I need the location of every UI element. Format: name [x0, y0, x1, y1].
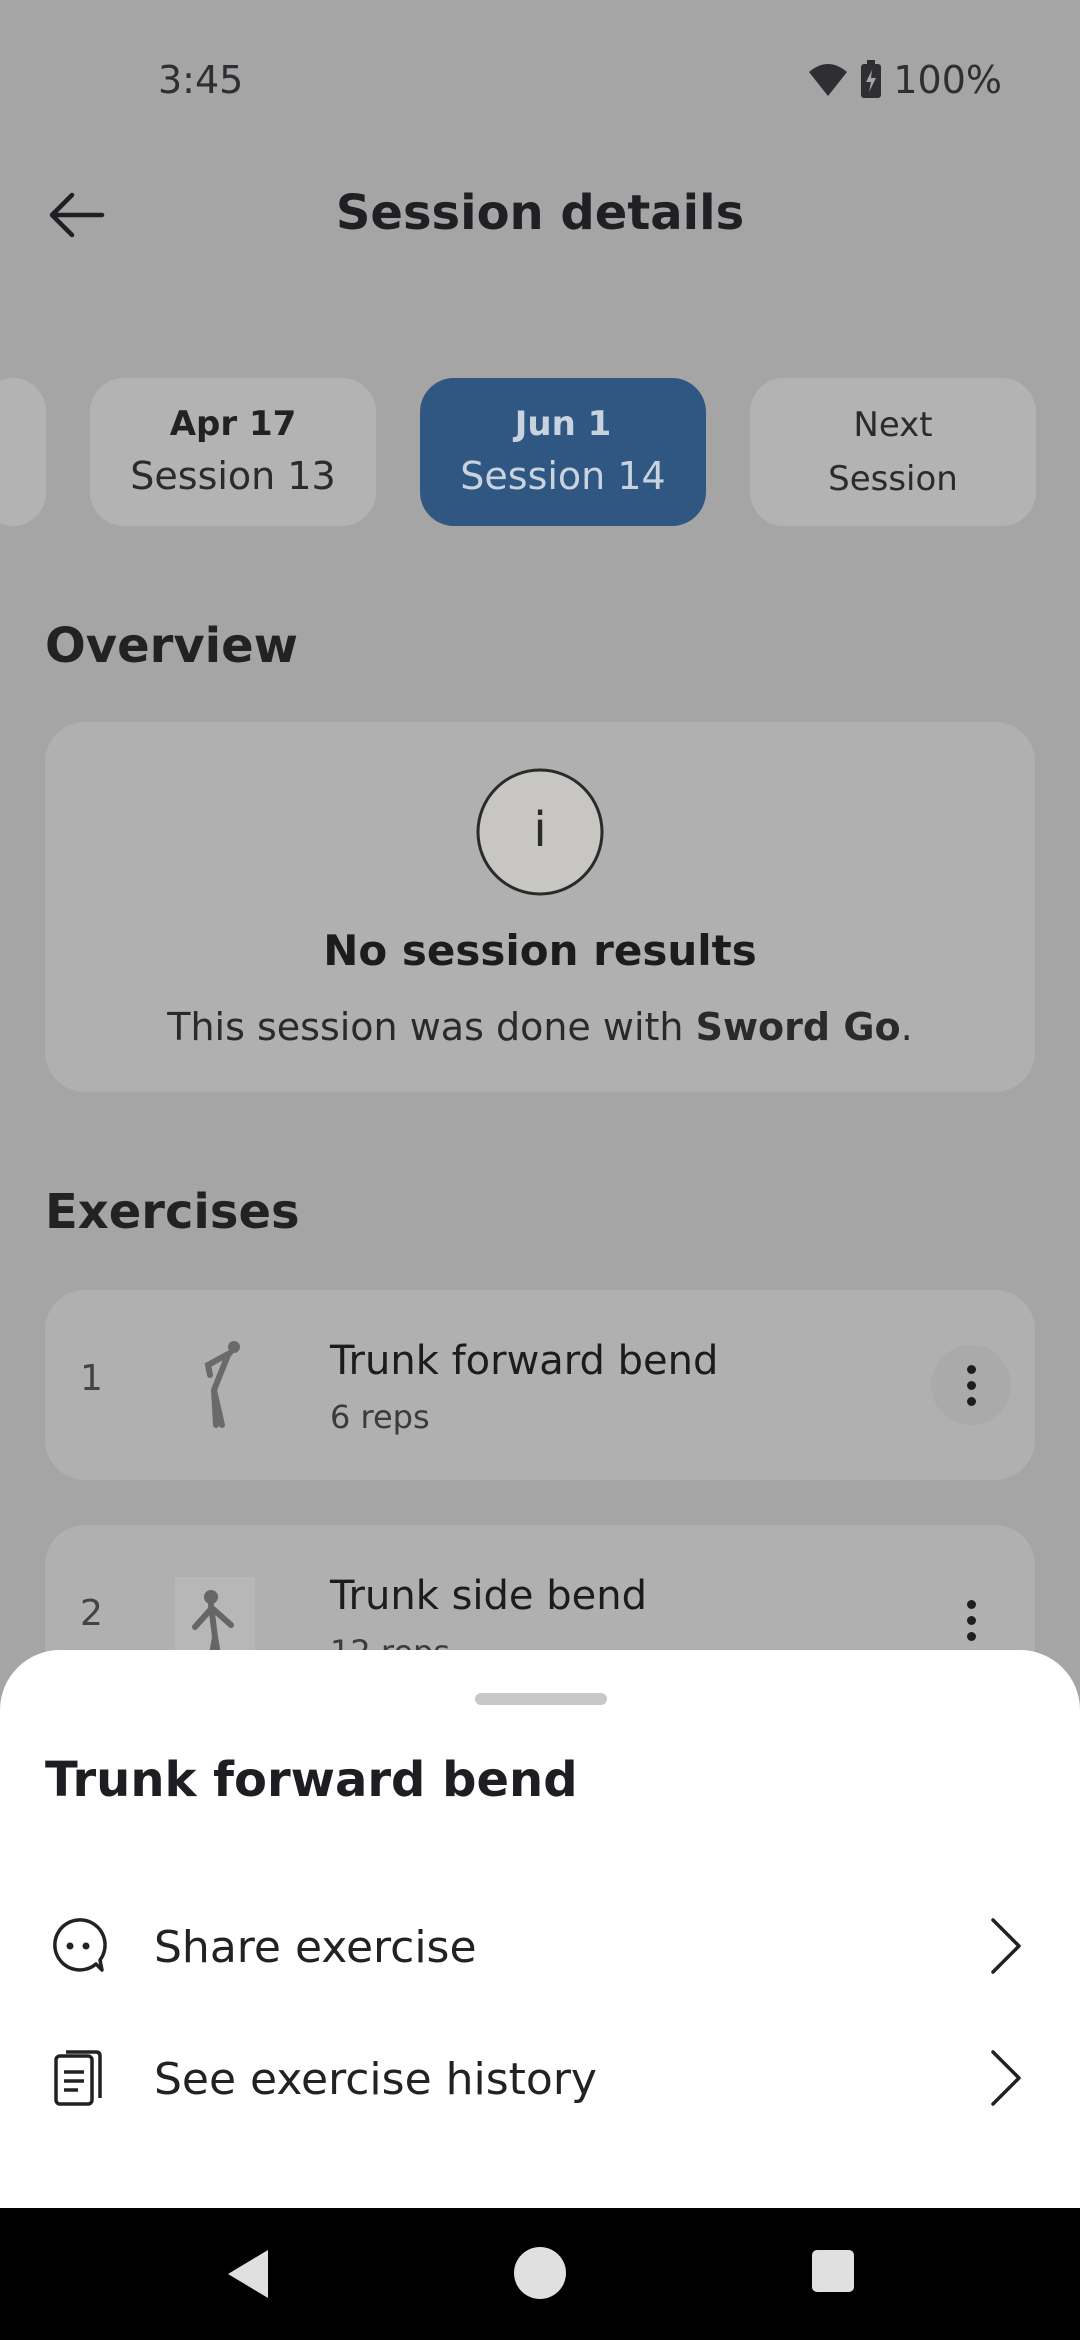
- exercise-number: 1: [80, 1358, 103, 1399]
- session-chip-previous[interactable]: [0, 378, 46, 526]
- next-label-line2: Session: [828, 459, 958, 499]
- nav-back-icon[interactable]: [222, 2246, 272, 2302]
- system-nav-bar: [0, 2208, 1080, 2340]
- subtitle-device: Sword Go: [695, 1005, 901, 1049]
- chevron-right-icon: [991, 2050, 1021, 2106]
- session-chip-next[interactable]: Next Session: [750, 378, 1036, 526]
- wifi-icon: [809, 64, 848, 96]
- status-time: 3:45: [158, 58, 244, 102]
- page-title: Session details: [335, 185, 745, 241]
- share-exercise-label: Share exercise: [154, 1922, 477, 1973]
- no-results-subtitle: This session was done with Sword Go.: [0, 1005, 1080, 1049]
- session-date: Jun 1: [514, 404, 612, 444]
- status-icons: 100%: [807, 58, 1002, 102]
- session-label: Session 14: [460, 454, 666, 498]
- info-icon-glyph: i: [533, 802, 547, 858]
- subtitle-prefix: This session was done with: [167, 1005, 696, 1049]
- more-options-icon[interactable]: [931, 1345, 1011, 1425]
- exercise-reps: 6 reps: [330, 1398, 430, 1436]
- chat-bubble-icon: [53, 1918, 107, 1972]
- subtitle-suffix: .: [900, 1005, 913, 1049]
- document-icon: [54, 2050, 102, 2106]
- exercise-card-1[interactable]: 1 Trunk forward bend 6 reps: [45, 1290, 1035, 1480]
- exercises-heading: Exercises: [45, 1184, 300, 1240]
- session-date: Apr 17: [169, 404, 297, 444]
- next-session-label: Next Session: [750, 398, 1036, 506]
- exercise-thumbnail: [204, 1341, 240, 1428]
- session-chip-13[interactable]: Apr 17 Session 13: [90, 378, 376, 526]
- more-options-icon[interactable]: [931, 1580, 1011, 1660]
- overview-heading: Overview: [45, 618, 298, 674]
- battery-percent: 100%: [893, 58, 1002, 102]
- see-exercise-history-label: See exercise history: [154, 2054, 597, 2105]
- see-exercise-history-option[interactable]: See exercise history: [0, 2018, 1080, 2138]
- share-exercise-option[interactable]: Share exercise: [0, 1886, 1080, 2006]
- battery-icon: [861, 60, 882, 98]
- exercise-name: Trunk side bend: [330, 1573, 647, 1619]
- session-label: Session 13: [130, 454, 336, 498]
- exercise-name: Trunk forward bend: [330, 1338, 719, 1384]
- session-chip-14[interactable]: Jun 1 Session 14: [420, 378, 706, 526]
- no-results-title: No session results: [323, 926, 757, 975]
- nav-recents-icon[interactable]: [810, 2248, 856, 2294]
- chevron-right-icon: [991, 1918, 1021, 1974]
- sheet-drag-handle[interactable]: [475, 1693, 607, 1705]
- nav-home-icon[interactable]: [513, 2246, 567, 2300]
- sheet-title: Trunk forward bend: [45, 1752, 578, 1808]
- exercise-number: 2: [80, 1593, 103, 1634]
- next-label-line1: Next: [853, 405, 933, 445]
